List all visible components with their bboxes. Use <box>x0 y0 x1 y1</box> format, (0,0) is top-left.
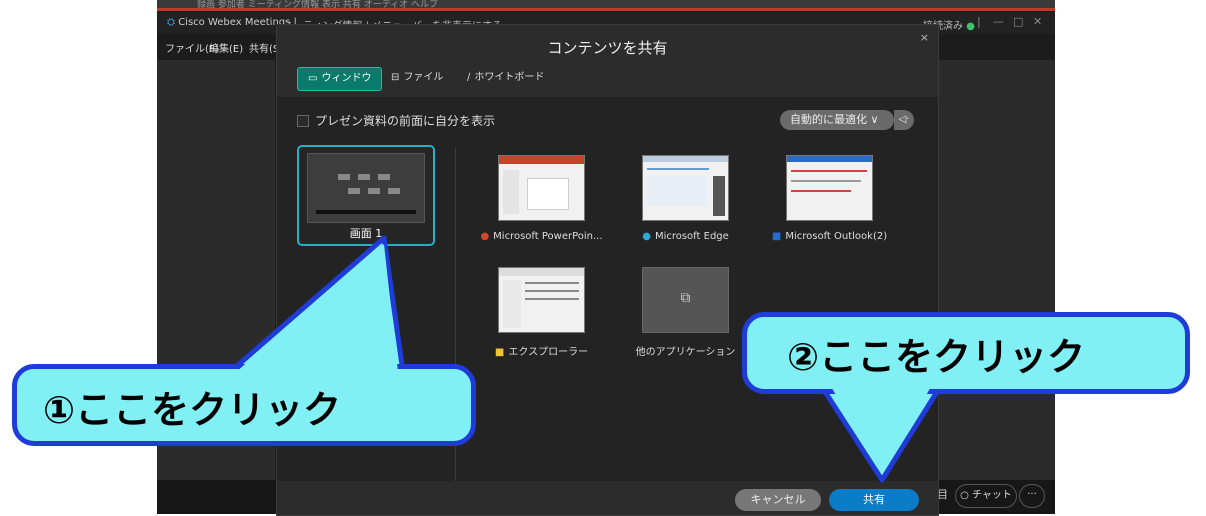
callout-1: ①ここをクリック <box>12 364 476 446</box>
callout-2: ②ここをクリック <box>742 312 1190 394</box>
callout-1-pointer <box>227 235 406 375</box>
callout-2-pointer <box>819 384 943 483</box>
